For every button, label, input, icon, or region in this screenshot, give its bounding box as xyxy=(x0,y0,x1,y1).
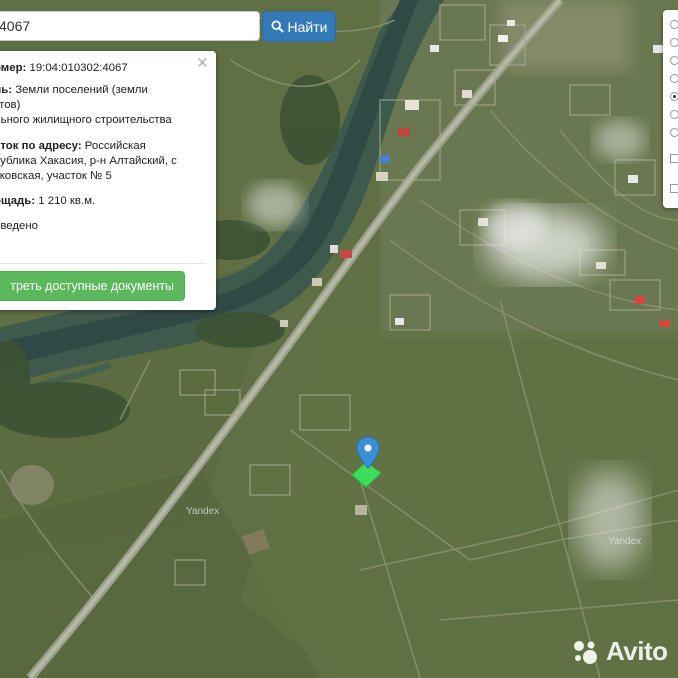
land-category-line3: льного жилищного строительства xyxy=(0,114,172,126)
cadastral-number-value: 19:04:010302:4067 xyxy=(29,62,128,74)
search-input[interactable] xyxy=(0,11,260,41)
popup-divider xyxy=(0,263,206,264)
status-value: оведено xyxy=(0,220,38,232)
layer-radio-selected[interactable] xyxy=(670,92,678,101)
layer-radio[interactable] xyxy=(670,20,678,29)
area-row: ощадь: 1 210 кв.м. xyxy=(0,194,208,209)
avito-logo-icon xyxy=(574,640,597,664)
search-button[interactable]: Найти xyxy=(262,11,336,42)
layer-radio[interactable] xyxy=(670,38,678,47)
layer-radio[interactable] xyxy=(670,110,678,119)
cadastral-number-row: омер: 19:04:010302:4067 xyxy=(0,61,208,76)
area-value: 1 210 кв.м. xyxy=(38,195,96,207)
layer-control-panel xyxy=(663,10,678,208)
address-row: сток по адресу: Российская публика Хакас… xyxy=(0,139,208,184)
avito-watermark: Avito xyxy=(570,636,668,667)
map-watermark: Yandex xyxy=(186,506,220,517)
search-icon xyxy=(271,20,284,33)
cadastral-number-label: омер: xyxy=(0,62,27,74)
address-line3: сковская, участок № 5 xyxy=(0,170,112,182)
land-category-label: ль: xyxy=(0,84,13,96)
parcel-info-popup: × омер: 19:04:010302:4067 ль: Земли посе… xyxy=(0,51,216,310)
layer-radio[interactable] xyxy=(670,56,678,65)
layer-radio[interactable] xyxy=(670,128,678,137)
area-label: ощадь: xyxy=(0,195,36,207)
layer-checkbox[interactable] xyxy=(670,154,678,163)
layer-checkbox[interactable] xyxy=(670,184,678,193)
address-line2: публика Хакасия, р-н Алтайский, с xyxy=(0,155,177,167)
land-category-line1: Земли поселений (земли xyxy=(15,84,148,96)
map-watermark: Yandex xyxy=(608,536,642,547)
view-documents-button[interactable]: треть доступные документы xyxy=(0,271,185,301)
land-category-row: ль: Земли поселений (земли ктов) льного … xyxy=(0,83,208,128)
address-line1: Российская xyxy=(84,140,146,152)
layer-radio[interactable] xyxy=(670,74,678,83)
status-row: оведено xyxy=(0,219,208,234)
address-label: сток по адресу: xyxy=(0,140,82,152)
avito-wordmark: Avito xyxy=(606,636,668,666)
search-button-label: Найти xyxy=(287,18,328,35)
land-category-line2: ктов) xyxy=(0,99,21,111)
